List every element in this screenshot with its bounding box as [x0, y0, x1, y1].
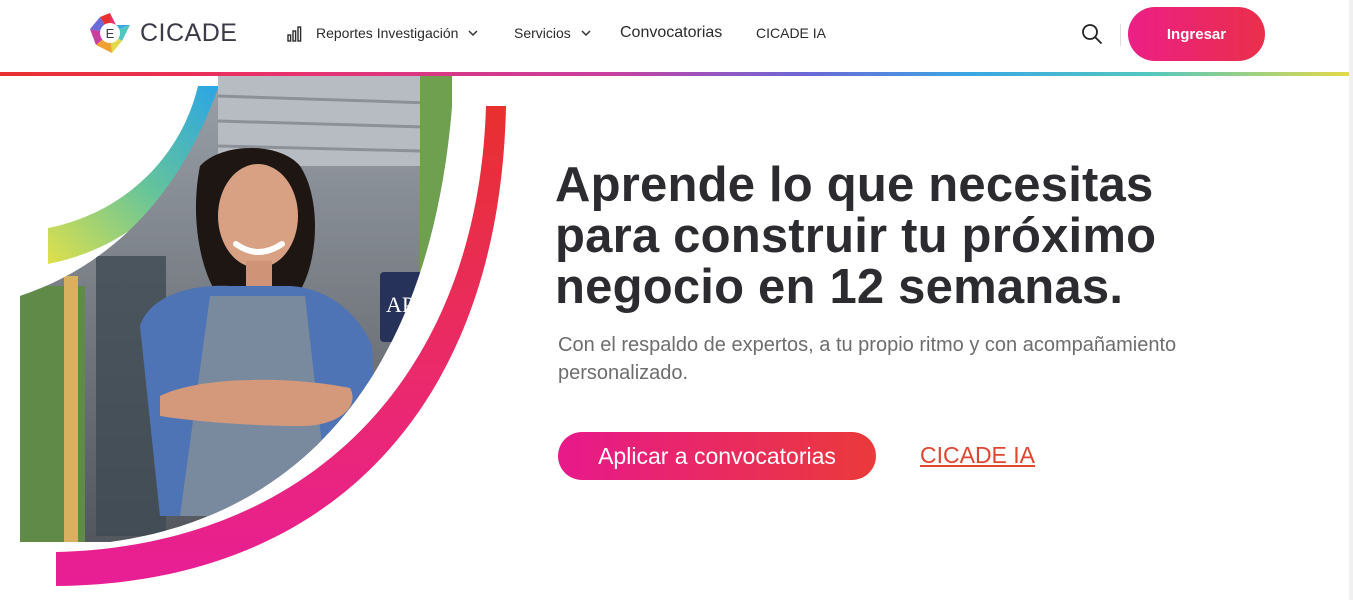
header-divider: [1120, 24, 1121, 46]
shop-sign-text: AP: [386, 292, 414, 317]
logo-text: CICADE: [140, 18, 238, 47]
hero-subtitle: Con el respaldo de expertos, a tu propio…: [558, 334, 1177, 384]
bar-chart-icon: [287, 26, 302, 42]
nav-convocatorias[interactable]: Convocatorias: [620, 0, 722, 66]
nav-label: Convocatorias: [620, 24, 723, 41]
nav-label: Reportes Investigación: [316, 25, 459, 41]
scrollbar-track[interactable]: [1349, 0, 1353, 600]
chevron-down-icon: [468, 30, 478, 37]
cicade-ia-link[interactable]: CICADE IA: [920, 442, 1035, 469]
site-logo[interactable]: E CICADE: [88, 10, 237, 56]
nav-reportes-investigacion[interactable]: Reportes Investigación: [287, 0, 478, 66]
nav-label: CICADE IA: [756, 25, 827, 41]
nav-cicade-ia[interactable]: CICADE IA: [756, 0, 826, 66]
site-header: E CICADE Reportes Investigación Servicio…: [0, 0, 1353, 72]
apply-to-calls-button[interactable]: Aplicar a convocatorias: [558, 432, 876, 480]
search-icon[interactable]: [1080, 22, 1104, 46]
svg-text:E: E: [106, 26, 115, 41]
nav-servicios[interactable]: Servicios: [514, 0, 591, 66]
chevron-down-icon: [581, 30, 591, 37]
hero-image: AP: [20, 76, 506, 586]
cicade-logo-icon: E: [90, 13, 130, 53]
nav-label: Servicios: [514, 25, 571, 41]
login-button[interactable]: Ingresar: [1128, 7, 1265, 61]
hero-title: Aprende lo que necesitas para construir …: [555, 158, 1157, 314]
